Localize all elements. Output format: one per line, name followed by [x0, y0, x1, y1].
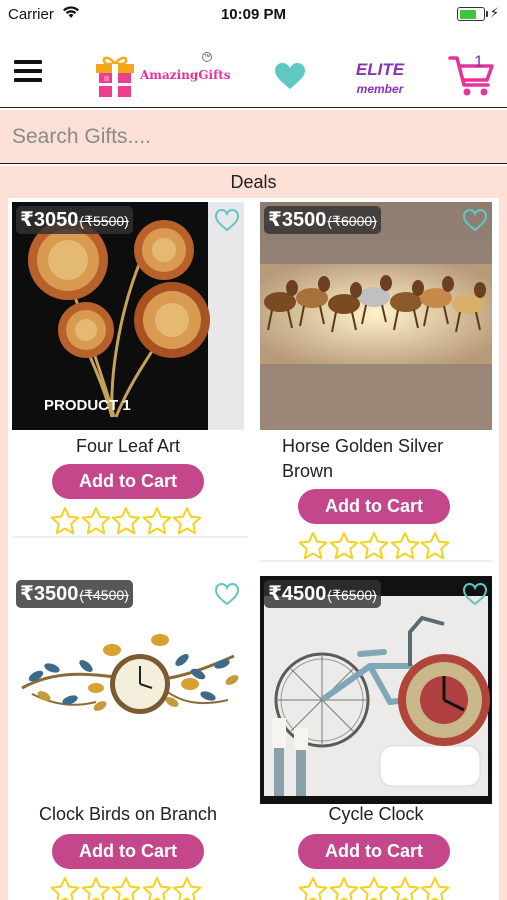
- product-image[interactable]: ₹3500(₹6000): [260, 202, 492, 430]
- add-to-cart-button[interactable]: Add to Cart: [52, 834, 204, 869]
- star-outline-icon[interactable]: [142, 876, 172, 900]
- product-card[interactable]: ₹3500(₹4500) Clock Birds on Branch Add t…: [12, 576, 244, 900]
- star-outline-icon[interactable]: [172, 876, 202, 900]
- app-header: AmazingGifts ™ ELITE member 1: [0, 30, 507, 108]
- add-to-cart-button[interactable]: Add to Cart: [298, 834, 450, 869]
- current-price: ₹3050: [20, 209, 79, 231]
- leaf-art-image: PRODUCT 1: [12, 202, 244, 430]
- battery-icon: [457, 7, 488, 21]
- elite-subtitle: member: [356, 82, 404, 96]
- cart-button[interactable]: 1: [448, 52, 498, 98]
- star-outline-icon[interactable]: [111, 506, 141, 536]
- status-time: 10:09 PM: [220, 6, 287, 23]
- star-outline-icon[interactable]: [420, 876, 450, 900]
- product-image[interactable]: PRODUCT 1 ₹3050(₹5500): [12, 202, 244, 430]
- star-outline-icon[interactable]: [81, 876, 111, 900]
- add-to-cart-button[interactable]: Add to Cart: [298, 489, 450, 524]
- star-outline-icon[interactable]: [142, 506, 172, 536]
- cycle-clock-image: [260, 576, 492, 804]
- star-outline-icon[interactable]: [298, 876, 328, 900]
- image-caption: PRODUCT 1: [44, 397, 131, 414]
- current-price: ₹4500: [268, 583, 327, 605]
- product-title[interactable]: Horse Golden Silver Brown: [260, 434, 492, 484]
- section-title: Deals: [0, 166, 507, 198]
- product-card[interactable]: ₹3500(₹6000) Horse Golden Silver Brown A…: [260, 202, 492, 562]
- heart-outline-icon[interactable]: [462, 582, 488, 606]
- star-rating[interactable]: [50, 876, 210, 900]
- cart-count-badge: 1: [474, 52, 484, 71]
- current-price: ₹3500: [268, 209, 327, 231]
- brand-logo[interactable]: AmazingGifts ™: [94, 52, 231, 100]
- divider: [260, 560, 492, 562]
- star-rating[interactable]: [298, 876, 458, 900]
- star-outline-icon[interactable]: [50, 876, 80, 900]
- search-bar: [0, 110, 507, 164]
- elite-member-badge[interactable]: ELITE member: [348, 60, 412, 96]
- product-title[interactable]: Cycle Clock: [260, 802, 492, 827]
- current-price: ₹3500: [20, 583, 79, 605]
- elite-title: ELITE: [355, 60, 405, 79]
- price-badge: ₹3500(₹4500): [16, 580, 133, 608]
- star-outline-icon[interactable]: [111, 876, 141, 900]
- star-outline-icon[interactable]: [359, 876, 389, 900]
- original-price: (₹6500): [327, 587, 377, 603]
- product-grid: PRODUCT 1 ₹3050(₹5500) Four Leaf Art Add…: [0, 198, 507, 900]
- add-to-cart-button[interactable]: Add to Cart: [52, 464, 204, 499]
- star-outline-icon[interactable]: [329, 531, 359, 561]
- star-outline-icon[interactable]: [390, 531, 420, 561]
- star-rating[interactable]: [50, 506, 210, 536]
- star-outline-icon[interactable]: [50, 506, 80, 536]
- star-outline-icon[interactable]: [329, 876, 359, 900]
- star-outline-icon[interactable]: [172, 506, 202, 536]
- wishlist-heart-icon[interactable]: [274, 62, 306, 90]
- star-rating[interactable]: [298, 531, 458, 561]
- status-bar: Carrier 10:09 PM ⚡: [0, 0, 507, 30]
- product-card[interactable]: ₹4500(₹6500) Cycle Clock Add to Cart: [260, 576, 492, 900]
- product-title[interactable]: Clock Birds on Branch: [12, 802, 244, 827]
- original-price: (₹5500): [79, 213, 129, 229]
- clock-birds-image: [12, 576, 244, 804]
- product-title[interactable]: Four Leaf Art: [12, 434, 244, 459]
- star-outline-icon[interactable]: [81, 506, 111, 536]
- search-input[interactable]: [12, 118, 492, 156]
- original-price: (₹6000): [327, 213, 377, 229]
- original-price: (₹4500): [79, 587, 129, 603]
- price-badge: ₹3500(₹6000): [264, 206, 381, 234]
- product-card[interactable]: PRODUCT 1 ₹3050(₹5500) Four Leaf Art Add…: [12, 202, 244, 542]
- cart-icon: [448, 56, 494, 96]
- product-image[interactable]: ₹4500(₹6500): [260, 576, 492, 804]
- trademark-mark: ™: [202, 52, 212, 62]
- gift-box-icon: [96, 56, 134, 97]
- heart-outline-icon[interactable]: [214, 208, 240, 232]
- brand-name: AmazingGifts: [140, 68, 231, 82]
- horses-painting-image: [260, 202, 492, 430]
- hamburger-menu-icon[interactable]: [14, 60, 42, 82]
- charging-icon: ⚡: [489, 5, 499, 20]
- heart-outline-icon[interactable]: [214, 582, 240, 606]
- price-badge: ₹3050(₹5500): [16, 206, 133, 234]
- heart-outline-icon[interactable]: [462, 208, 488, 232]
- star-outline-icon[interactable]: [298, 531, 328, 561]
- star-outline-icon[interactable]: [390, 876, 420, 900]
- price-badge: ₹4500(₹6500): [264, 580, 381, 608]
- divider: [12, 536, 248, 538]
- product-image[interactable]: ₹3500(₹4500): [12, 576, 244, 804]
- star-outline-icon[interactable]: [359, 531, 389, 561]
- star-outline-icon[interactable]: [420, 531, 450, 561]
